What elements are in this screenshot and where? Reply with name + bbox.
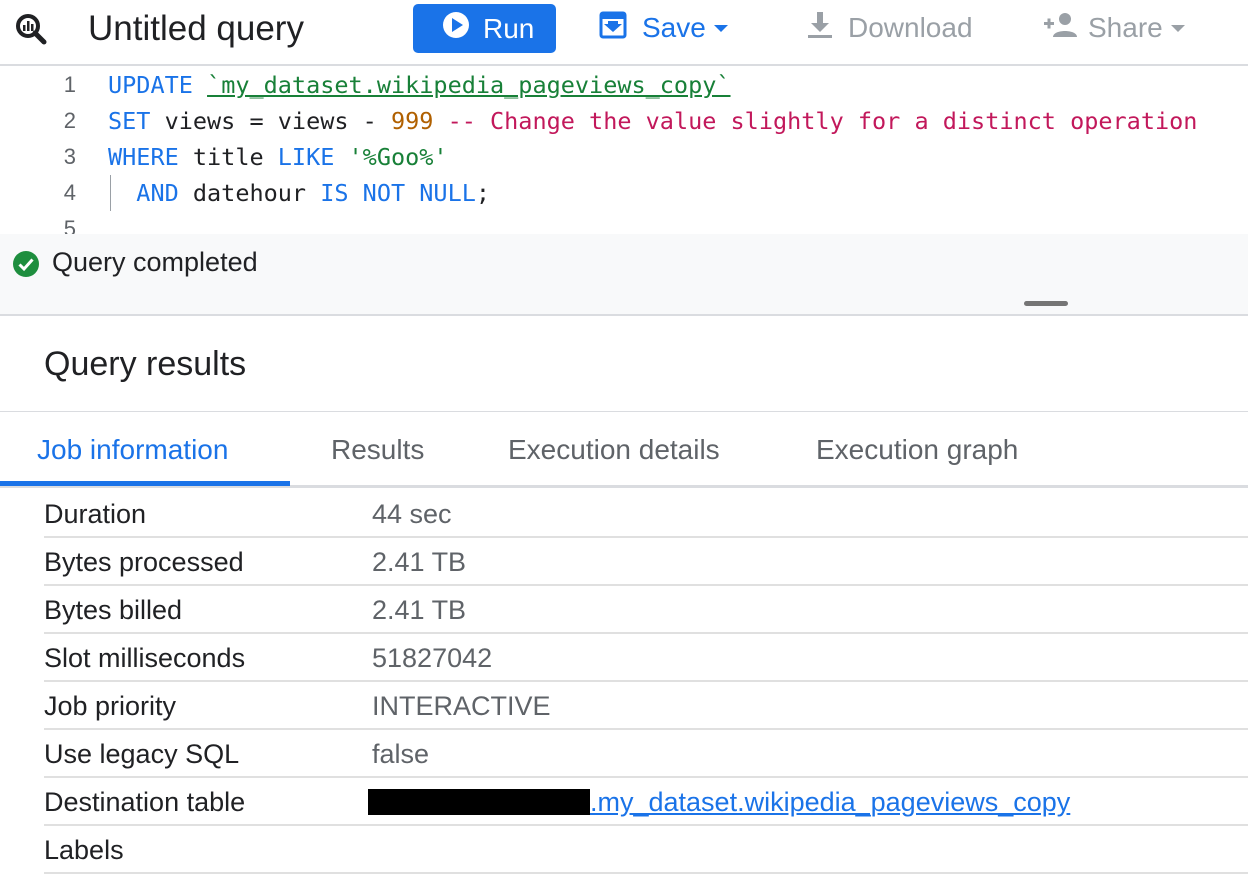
job-info-value: 44 sec xyxy=(372,499,452,529)
code-token: ; xyxy=(475,179,491,207)
code-token: title xyxy=(192,143,278,171)
save-icon xyxy=(598,10,628,47)
code-token: UPDATE xyxy=(108,71,208,99)
download-icon xyxy=(806,10,834,47)
code-line[interactable]: 3 WHERE title LIKE '%Goo%' xyxy=(0,139,1248,175)
status-text: Query completed xyxy=(52,247,258,277)
job-info-value: 51827042 xyxy=(372,643,493,673)
job-info-value: 2.41 TB xyxy=(372,595,467,625)
job-info-key: Use legacy SQL xyxy=(44,739,240,769)
run-label: Run xyxy=(483,12,535,44)
job-info-row-labels: Labels xyxy=(0,826,1248,874)
code-line[interactable]: 4 AND datehour IS NOT NULL; xyxy=(0,175,1248,211)
job-info-value: 2.41 TB xyxy=(372,547,467,577)
tabs-top-divider xyxy=(0,411,1248,412)
tab-execution-graph[interactable]: Execution graph xyxy=(816,428,1018,472)
tab-job-information[interactable]: Job information xyxy=(37,428,228,472)
save-button[interactable]: Save xyxy=(598,8,728,48)
job-info-value: INTERACTIVE xyxy=(372,691,551,721)
chevron-down-icon xyxy=(713,24,728,32)
tab-results[interactable]: Results xyxy=(331,428,424,472)
line-number: 1 xyxy=(63,72,76,97)
play-icon xyxy=(441,10,471,47)
code-token: LIKE xyxy=(277,143,349,171)
download-button[interactable]: Download xyxy=(806,8,973,48)
bigquery-query-icon xyxy=(14,12,48,46)
job-info-key: Duration xyxy=(44,499,147,529)
code-token: SET xyxy=(108,107,165,135)
run-button[interactable]: Run xyxy=(413,4,556,53)
sql-editor[interactable]: 1 UPDATE `my_dataset.wikipedia_pageviews_… xyxy=(0,66,1248,234)
person-add-icon xyxy=(1044,11,1078,46)
code-token: `my_dataset.wikipedia_pageviews_copy` xyxy=(207,71,731,99)
job-info-row-bytes-billed: Bytes billed 2.41 TB xyxy=(0,586,1248,634)
job-info-value: false xyxy=(372,739,430,769)
line-number: 4 xyxy=(63,180,76,205)
code-text: UPDATE `my_dataset.wikipedia_pageviews_c… xyxy=(108,67,731,103)
code-token: AND xyxy=(108,179,193,207)
download-label: Download xyxy=(848,12,973,43)
code-token: WHERE xyxy=(108,143,193,171)
code-text: WHERE title LIKE '%Goo%' xyxy=(108,139,448,175)
check-circle-icon xyxy=(12,250,40,278)
code-line[interactable]: 5 xyxy=(0,211,1248,234)
job-info-row-slot-milliseconds: Slot milliseconds 51827042 xyxy=(0,634,1248,682)
job-info-row-destination-table: Destination table .my_dataset.wikipedia_… xyxy=(0,778,1248,826)
job-info-row-job-priority: Job priority INTERACTIVE xyxy=(0,682,1248,730)
save-label: Save xyxy=(642,12,706,43)
code-token: '%Goo%' xyxy=(348,143,448,171)
code-token: IS NOT NULL xyxy=(320,179,476,207)
job-info-key: Bytes processed xyxy=(44,547,244,577)
line-number: 2 xyxy=(63,108,76,133)
job-info-key: Slot milliseconds xyxy=(44,643,246,673)
destination-table-link[interactable]: .my_dataset.wikipedia_pageviews_copy xyxy=(368,786,1070,818)
destination-table-name[interactable]: .my_dataset.wikipedia_pageviews_copy xyxy=(590,786,1070,818)
tab-execution-details[interactable]: Execution details xyxy=(508,428,720,472)
job-info-row-bytes-processed: Bytes processed 2.41 TB xyxy=(0,538,1248,586)
redacted-project-id xyxy=(368,789,590,815)
status-divider xyxy=(0,314,1248,316)
code-line[interactable]: 2 SET views = views - 999 -- Change the v… xyxy=(0,103,1248,139)
code-token: -- Change the value slightly for a disti… xyxy=(433,107,1198,135)
line-number: 5 xyxy=(63,216,76,234)
share-label: Share xyxy=(1088,12,1163,43)
job-info-row-duration: Duration 44 sec xyxy=(0,490,1248,538)
code-token: views = views - xyxy=(164,107,391,135)
code-text: SET views = views - 999 -- Change the va… xyxy=(108,103,1197,139)
job-info-key: Destination table xyxy=(44,787,246,817)
line-number: 3 xyxy=(63,144,76,169)
results-title: Query results xyxy=(44,345,247,383)
code-token: 999 xyxy=(390,107,434,135)
query-toolbar: Untitled query Run Save Download Share xyxy=(0,0,1248,64)
active-tab-indicator xyxy=(0,481,290,486)
code-token: datehour xyxy=(192,179,321,207)
indent-guide xyxy=(110,175,111,211)
resize-handle[interactable] xyxy=(1024,301,1068,306)
job-info-row-use-legacy-sql: Use legacy SQL false xyxy=(0,730,1248,778)
code-line[interactable]: 1 UPDATE `my_dataset.wikipedia_pageviews_… xyxy=(0,67,1248,103)
job-info-key: Bytes billed xyxy=(44,595,183,625)
share-button[interactable]: Share xyxy=(1044,8,1185,48)
query-title[interactable]: Untitled query xyxy=(88,6,304,52)
chevron-down-icon xyxy=(1170,24,1185,32)
job-info-key: Job priority xyxy=(44,691,177,721)
job-info-key: Labels xyxy=(44,835,124,865)
code-text: AND datehour IS NOT NULL; xyxy=(108,175,490,211)
